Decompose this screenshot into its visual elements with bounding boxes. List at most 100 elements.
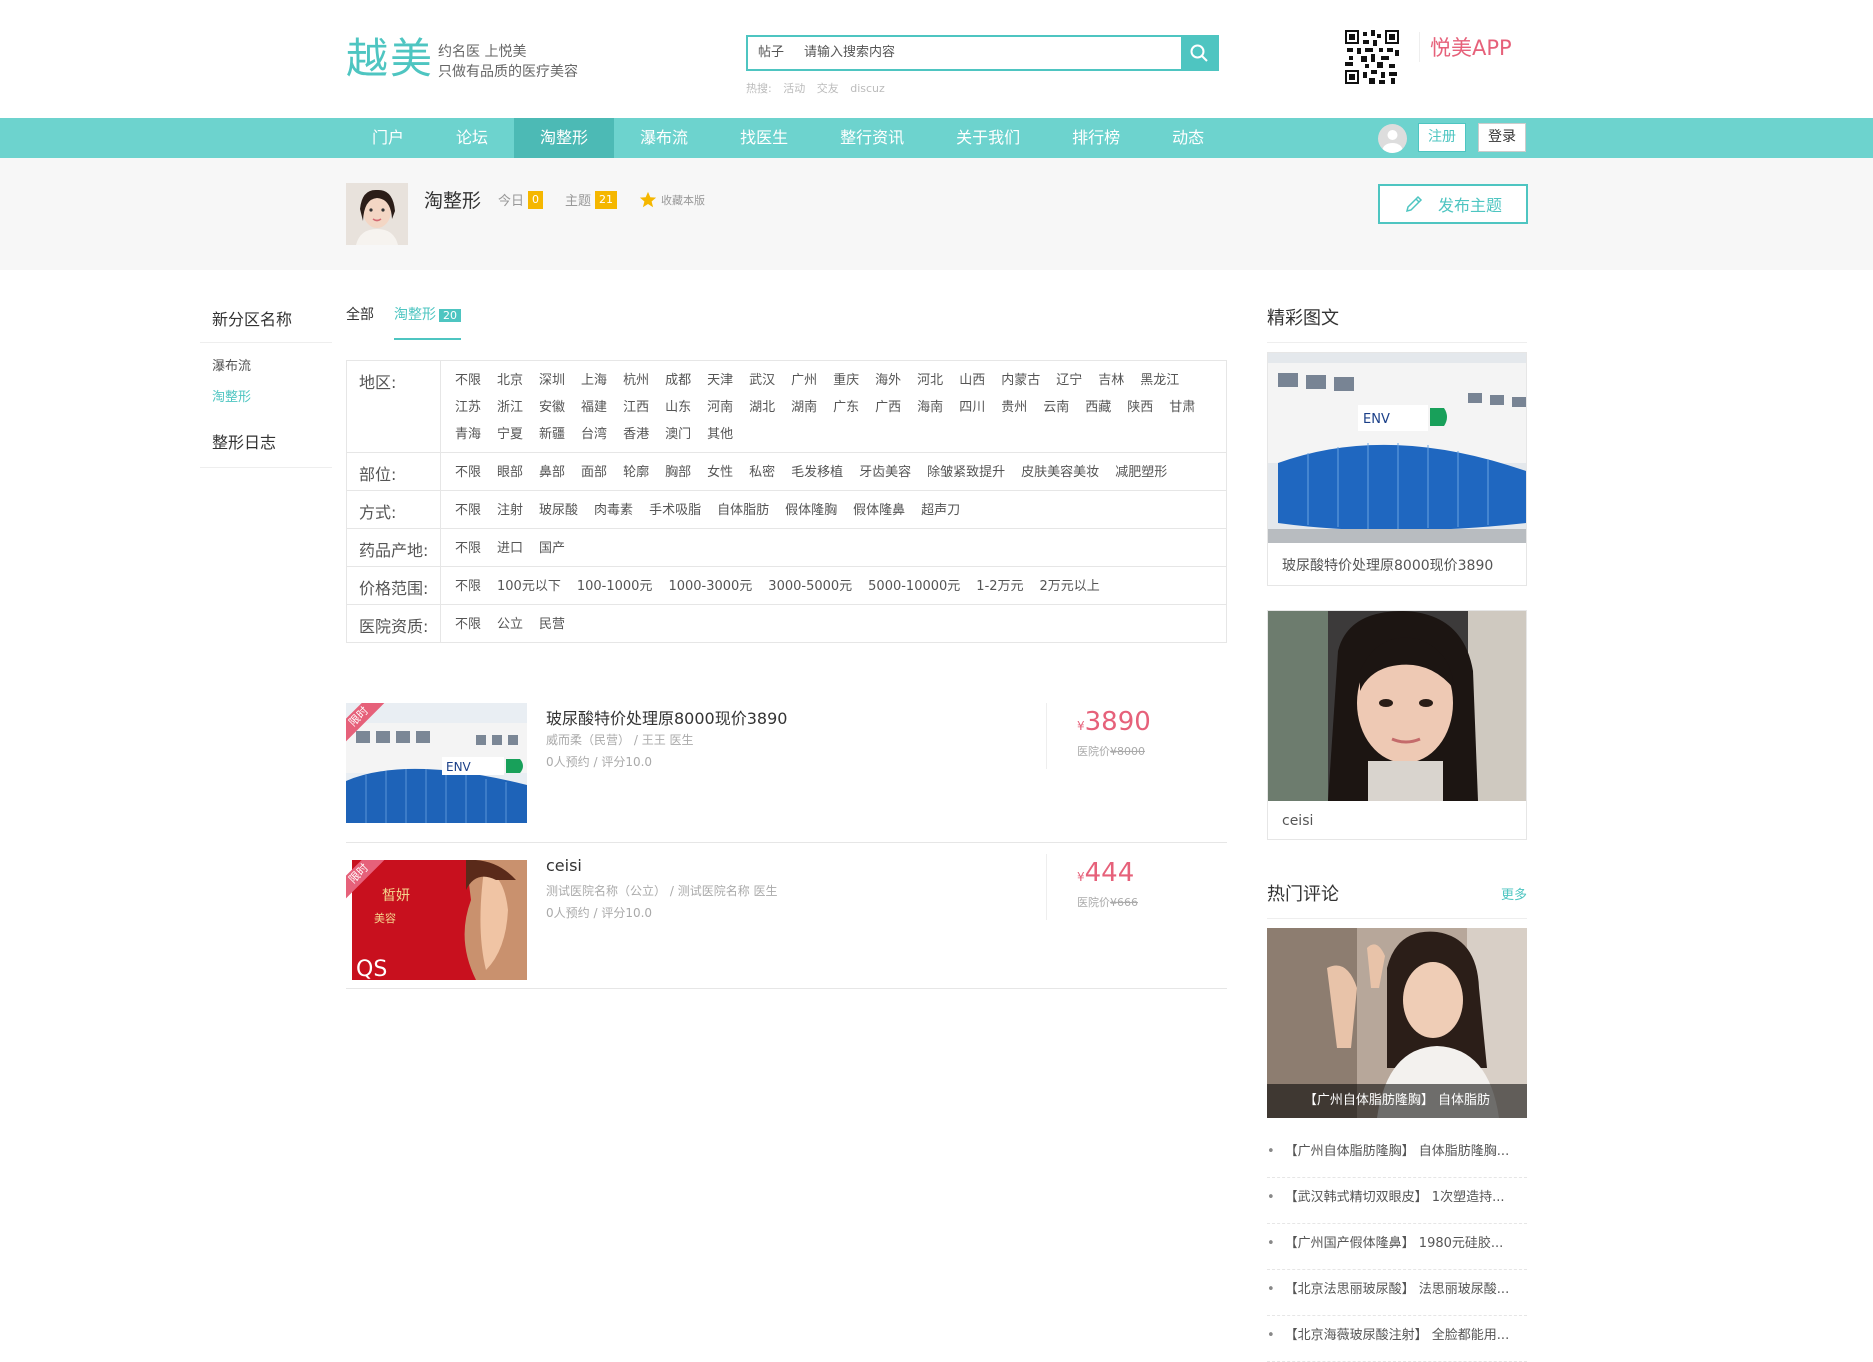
filter-option[interactable]: 毛发移植 bbox=[791, 459, 843, 486]
filter-option[interactable]: 面部 bbox=[581, 459, 607, 486]
filter-option[interactable]: 民营 bbox=[539, 611, 565, 638]
sidebar-item-taozhengxing[interactable]: 淘整形 bbox=[200, 374, 332, 415]
filter-option[interactable]: 广州 bbox=[791, 367, 817, 394]
filter-option[interactable]: 肉毒素 bbox=[594, 497, 633, 524]
filter-option[interactable]: 河北 bbox=[917, 367, 943, 394]
nav-item-ranking[interactable]: 排行榜 bbox=[1046, 118, 1146, 158]
item-doctor[interactable]: 王王 医生 bbox=[642, 733, 694, 747]
more-link[interactable]: 更多 bbox=[1501, 884, 1527, 903]
filter-option[interactable]: 广西 bbox=[875, 394, 901, 421]
filter-option[interactable]: 云南 bbox=[1043, 394, 1069, 421]
filter-option[interactable]: 浙江 bbox=[497, 394, 523, 421]
hot-search-link[interactable]: discuz bbox=[850, 82, 885, 95]
filter-option[interactable]: 不限 bbox=[455, 611, 481, 638]
filter-option[interactable]: 胸部 bbox=[665, 459, 691, 486]
filter-option[interactable]: 澳门 bbox=[665, 421, 691, 448]
filter-option[interactable]: 贵州 bbox=[1001, 394, 1027, 421]
nav-item-waterfall[interactable]: 瀑布流 bbox=[614, 118, 714, 158]
tab-taozhengxing[interactable]: 淘整形 20 bbox=[394, 304, 461, 340]
hot-search-link[interactable]: 活动 bbox=[783, 82, 805, 95]
filter-option[interactable]: 2万元以上 bbox=[1040, 573, 1100, 600]
item-hospital[interactable]: 测试医院名称（公立） bbox=[546, 884, 666, 898]
filter-option[interactable]: 台湾 bbox=[581, 421, 607, 448]
filter-option[interactable]: 陕西 bbox=[1127, 394, 1153, 421]
filter-option[interactable]: 武汉 bbox=[749, 367, 775, 394]
filter-option[interactable]: 江西 bbox=[623, 394, 649, 421]
featured-card[interactable]: ceisi bbox=[1267, 610, 1527, 840]
item-thumbnail[interactable]: 皙妍 美容 QS 限时 bbox=[346, 860, 527, 980]
item-title[interactable]: ceisi bbox=[546, 856, 582, 875]
filter-option[interactable]: 不限 bbox=[455, 573, 481, 600]
filter-option[interactable]: 天津 bbox=[707, 367, 733, 394]
filter-option[interactable]: 吉林 bbox=[1098, 367, 1124, 394]
nav-item-portal[interactable]: 门户 bbox=[346, 118, 430, 158]
filter-option[interactable]: 黑龙江 bbox=[1140, 367, 1179, 394]
filter-option[interactable]: 重庆 bbox=[833, 367, 859, 394]
search-button[interactable] bbox=[1181, 37, 1217, 69]
filter-option[interactable]: 深圳 bbox=[539, 367, 565, 394]
list-item[interactable]: ENV 限时 玻尿酸特价处理原8000现价3890 威而柔（民营） / 王王 医… bbox=[346, 703, 1227, 843]
filter-option[interactable]: 山东 bbox=[665, 394, 691, 421]
favorite-forum-link[interactable]: 收藏本版 bbox=[639, 191, 705, 209]
filter-option[interactable]: 其他 bbox=[707, 421, 733, 448]
item-hospital[interactable]: 威而柔（民营） bbox=[546, 733, 630, 747]
filter-option[interactable]: 山西 bbox=[959, 367, 985, 394]
register-button[interactable]: 注册 bbox=[1418, 123, 1466, 152]
filter-option[interactable]: 湖北 bbox=[749, 394, 775, 421]
filter-option[interactable]: 1000-3000元 bbox=[668, 573, 752, 600]
filter-option[interactable]: 女性 bbox=[707, 459, 733, 486]
nav-item-forum[interactable]: 论坛 bbox=[430, 118, 514, 158]
filter-option[interactable]: 眼部 bbox=[497, 459, 523, 486]
featured-caption[interactable]: ceisi bbox=[1268, 801, 1526, 839]
filter-option[interactable]: 福建 bbox=[581, 394, 607, 421]
filter-option[interactable]: 国产 bbox=[539, 535, 565, 562]
filter-option[interactable]: 自体脂肪 bbox=[717, 497, 769, 524]
filter-option[interactable]: 公立 bbox=[497, 611, 523, 638]
filter-option[interactable]: 江苏 bbox=[455, 394, 481, 421]
filter-option[interactable]: 香港 bbox=[623, 421, 649, 448]
filter-option[interactable]: 上海 bbox=[581, 367, 607, 394]
filter-option[interactable]: 西藏 bbox=[1085, 394, 1111, 421]
filter-option[interactable]: 海外 bbox=[875, 367, 901, 394]
filter-option[interactable]: 5000-10000元 bbox=[868, 573, 960, 600]
filter-option[interactable]: 成都 bbox=[665, 367, 691, 394]
item-doctor[interactable]: 测试医院名称 医生 bbox=[678, 884, 778, 898]
search-type-select[interactable]: 帖子 bbox=[748, 37, 804, 69]
filter-option[interactable]: 玻尿酸 bbox=[539, 497, 578, 524]
filter-option[interactable]: 除皱紧致提升 bbox=[927, 459, 1005, 486]
nav-item-about[interactable]: 关于我们 bbox=[930, 118, 1046, 158]
filter-option[interactable]: 不限 bbox=[455, 497, 481, 524]
hot-comment-image[interactable]: 【广州自体脂肪隆胸】 自体脂肪 bbox=[1267, 928, 1527, 1118]
login-button[interactable]: 登录 bbox=[1478, 123, 1526, 152]
list-item[interactable]: 【广州国产假体隆鼻】 1980元硅胶... bbox=[1267, 1224, 1527, 1270]
list-item[interactable]: 【北京海薇玻尿酸注射】 全脸都能用... bbox=[1267, 1316, 1527, 1362]
hot-search-link[interactable]: 交友 bbox=[817, 82, 839, 95]
filter-option[interactable]: 手术吸脂 bbox=[649, 497, 701, 524]
app-name[interactable]: 悦美APP bbox=[1419, 32, 1512, 62]
filter-option[interactable]: 辽宁 bbox=[1056, 367, 1082, 394]
filter-option[interactable]: 海南 bbox=[917, 394, 943, 421]
filter-option[interactable]: 注射 bbox=[497, 497, 523, 524]
filter-option[interactable]: 甘肃 bbox=[1169, 394, 1195, 421]
filter-option[interactable]: 3000-5000元 bbox=[768, 573, 852, 600]
sidebar-item-waterfall[interactable]: 瀑布流 bbox=[200, 343, 332, 374]
featured-caption[interactable]: 玻尿酸特价处理原8000现价3890 bbox=[1268, 543, 1526, 585]
sidebar-heading[interactable]: 新分区名称 bbox=[200, 300, 332, 343]
filter-option[interactable]: 新疆 bbox=[539, 421, 565, 448]
list-item[interactable]: 【武汉韩式精切双眼皮】 1次塑造持... bbox=[1267, 1178, 1527, 1224]
featured-image[interactable]: ENV bbox=[1268, 353, 1526, 543]
filter-option[interactable]: 河南 bbox=[707, 394, 733, 421]
filter-option[interactable]: 广东 bbox=[833, 394, 859, 421]
filter-option[interactable]: 皮肤美容美妆 bbox=[1021, 459, 1099, 486]
item-thumbnail[interactable]: ENV 限时 bbox=[346, 703, 527, 823]
list-item[interactable]: 【广州自体脂肪隆胸】 自体脂肪隆胸... bbox=[1267, 1132, 1527, 1178]
filter-option[interactable]: 进口 bbox=[497, 535, 523, 562]
filter-option[interactable]: 假体隆胸 bbox=[785, 497, 837, 524]
list-item[interactable]: 皙妍 美容 QS 限时 ceisi 测试医院名称（公立） / 测试医院名称 医生 0… bbox=[346, 854, 1227, 989]
filter-option[interactable]: 牙齿美容 bbox=[859, 459, 911, 486]
tab-all[interactable]: 全部 bbox=[346, 304, 374, 340]
filter-option[interactable]: 不限 bbox=[455, 367, 481, 394]
filter-option[interactable]: 宁夏 bbox=[497, 421, 523, 448]
filter-option[interactable]: 假体隆鼻 bbox=[853, 497, 905, 524]
sidebar-item-diary[interactable]: 整形日志 bbox=[200, 415, 332, 468]
